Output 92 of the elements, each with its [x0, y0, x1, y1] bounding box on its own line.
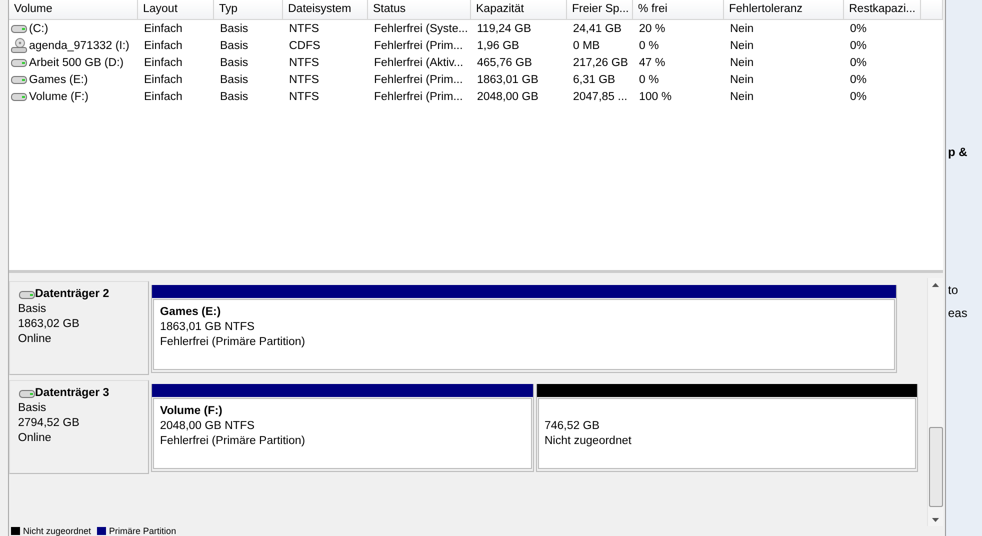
partition-status: Fehlerfrei (Primäre Partition) — [160, 335, 306, 350]
table-cell: NTFS — [289, 74, 320, 86]
column-header[interactable]: Status — [368, 0, 471, 19]
table-cell: Nein — [730, 90, 754, 102]
table-cell: Einfach — [144, 90, 182, 102]
drive-icon — [19, 388, 35, 398]
table-cell: 0% — [850, 40, 867, 52]
table-cell: Basis — [220, 74, 248, 86]
window-text: eas — [948, 306, 968, 320]
table-cell: 0 % — [639, 74, 659, 86]
table-cell: 465,76 GB — [477, 56, 532, 68]
partition-name: Volume (F:) — [160, 404, 222, 419]
column-header[interactable]: Kapazität — [471, 0, 567, 19]
column-header[interactable]: Typ — [214, 0, 283, 19]
disk-size: 2794,52 GB — [18, 416, 80, 431]
table-cell: 0% — [850, 90, 867, 102]
table-cell: 0% — [850, 74, 867, 86]
column-header[interactable]: Volume — [9, 0, 138, 19]
column-header[interactable]: Fehlertoleranz — [724, 0, 844, 19]
partition-block[interactable]: Games (E:) 1863,01 GB NTFS Fehlerfrei (Primäre Partition) — [153, 299, 895, 370]
column-header[interactable]: Freier Sp... — [567, 0, 633, 19]
table-cell: Fehlerfrei (Prim... — [374, 74, 463, 86]
column-header[interactable]: Restkapazi... — [844, 0, 921, 19]
table-cell: Einfach — [144, 74, 182, 86]
table-cell: Einfach — [144, 40, 182, 52]
table-cell: Nein — [730, 22, 754, 34]
disk-size: 1863,02 GB — [18, 317, 80, 332]
table-cell: Basis — [220, 22, 248, 34]
legend-label: Primäre Partition — [109, 526, 176, 536]
table-cell: 0 % — [639, 40, 659, 52]
partition-size: 746,52 GB — [544, 419, 600, 434]
scroll-up-icon[interactable] — [932, 283, 939, 287]
partition-block[interactable]: Volume (F:) 2048,00 GB NTFS Fehlerfrei (Primäre Partition) — [153, 398, 532, 469]
drive-icon — [19, 290, 35, 300]
partition-status: Fehlerfrei (Primäre Partition) — [160, 434, 306, 449]
table-cell: 1,96 GB — [477, 40, 520, 52]
table-cell: Fehlerfrei (Syste... — [374, 22, 468, 34]
window-text: p & — [948, 145, 968, 159]
table-cell: NTFS — [289, 56, 320, 68]
disk-name: Datenträger 3 — [35, 386, 110, 401]
table-cell: 0% — [850, 56, 867, 68]
partition-status: Nicht zugeordnet — [544, 434, 632, 449]
partition-name: Games (E:) — [160, 305, 221, 320]
table-cell: 24,41 GB — [573, 22, 622, 34]
partition-size: 2048,00 GB NTFS — [160, 419, 255, 434]
disk-name: Datenträger 2 — [35, 287, 110, 302]
table-cell: 2047,85 ... — [573, 90, 628, 102]
table-cell: 100 % — [639, 90, 672, 102]
table-cell: 2048,00 GB — [477, 90, 538, 102]
table-cell: 0 MB — [573, 40, 600, 52]
table-cell: Fehlerfrei (Aktiv... — [374, 56, 464, 68]
column-header[interactable]: Dateisystem — [283, 0, 368, 19]
legend-label: Nicht zugeordnet — [23, 526, 92, 536]
table-cell: 1863,01 GB — [477, 74, 538, 86]
vertical-scrollbar[interactable] — [927, 278, 943, 526]
column-header[interactable]: % frei — [633, 0, 724, 19]
drive-label[interactable]: Games (E:) — [29, 74, 88, 86]
disk-info-panel[interactable]: Datenträger 2 Basis 1863,02 GB Online — [9, 281, 149, 375]
table-cell: Fehlerfrei (Prim... — [374, 90, 463, 102]
table-cell: Nein — [730, 40, 754, 52]
table-cell: CDFS — [289, 40, 320, 52]
table-cell: Einfach — [144, 56, 182, 68]
drive-label[interactable]: Arbeit 500 GB (D:) — [29, 56, 124, 68]
partition-block[interactable]: 746,52 GB Nicht zugeordnet — [538, 398, 916, 469]
scrollbar-thumb[interactable] — [928, 427, 942, 507]
table-cell: 119,24 GB — [477, 22, 532, 34]
disk-status: Online — [18, 332, 52, 347]
disk-status: Online — [18, 431, 52, 446]
table-cell: Fehlerfrei (Prim... — [374, 40, 463, 52]
window-text: to — [948, 283, 958, 297]
table-cell: 47 % — [639, 56, 666, 68]
table-cell: 0% — [850, 22, 867, 34]
disk-info-panel[interactable]: Datenträger 3 Basis 2794,52 GB Online — [9, 380, 149, 474]
table-cell: NTFS — [289, 90, 320, 102]
table-cell: 20 % — [639, 22, 666, 34]
table-cell: Basis — [220, 90, 248, 102]
column-header[interactable]: Layout — [138, 0, 214, 19]
scroll-down-icon[interactable] — [932, 518, 939, 522]
table-cell: Basis — [220, 40, 248, 52]
table-cell: 6,31 GB — [573, 74, 616, 86]
disk-type: Basis — [18, 302, 46, 317]
drive-label[interactable]: (C:) — [29, 22, 48, 34]
table-cell: NTFS — [289, 22, 320, 34]
table-cell: Nein — [730, 56, 754, 68]
partition-size: 1863,01 GB NTFS — [160, 320, 255, 335]
drive-label[interactable]: Volume (F:) — [29, 90, 88, 102]
disk-type: Basis — [18, 401, 46, 416]
table-cell: Nein — [730, 74, 754, 86]
drive-label[interactable]: agenda_971332 (I:) — [29, 40, 130, 52]
table-cell: 217,26 GB — [573, 56, 628, 68]
table-cell: Einfach — [144, 22, 182, 34]
table-cell: Basis — [220, 56, 248, 68]
